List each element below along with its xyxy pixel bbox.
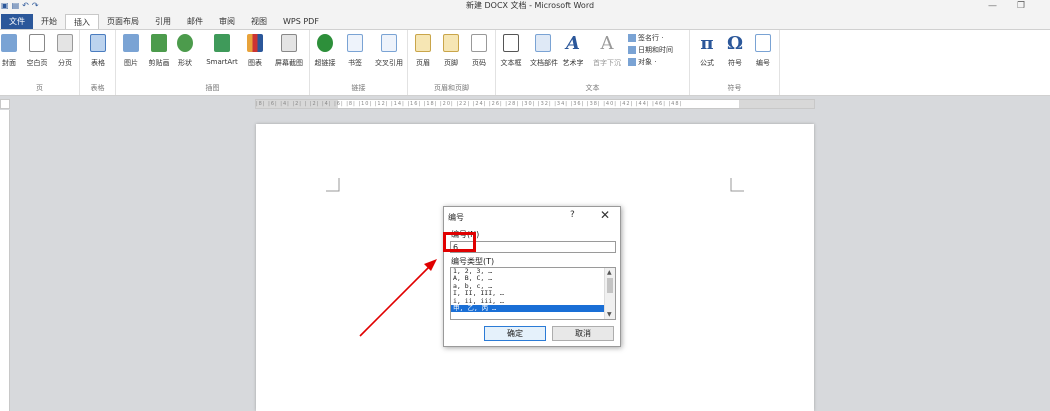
calendar-icon xyxy=(628,46,636,54)
ruler-ticks: |8| |6| |4| |2| | |2| |4| |6| |8| |10| |… xyxy=(256,101,683,107)
omega-icon: Ω xyxy=(726,33,744,54)
help-button[interactable]: ? xyxy=(570,210,575,220)
wordart-button[interactable]: A 艺术字 xyxy=(560,34,586,68)
window-title: 新建 DOCX 文档 - Microsoft Word xyxy=(465,1,595,10)
ribbon-group-tables: 表格 表格 xyxy=(80,30,116,95)
cancel-button[interactable]: 取消 xyxy=(552,326,614,341)
page-number-icon xyxy=(471,34,487,52)
close-button[interactable]: ✕ xyxy=(600,208,610,222)
object-icon xyxy=(628,58,636,66)
tab-review[interactable]: 审阅 xyxy=(211,14,243,29)
smartart-button[interactable]: SmartArt xyxy=(204,34,240,66)
numbering-dialog: 编号 ? ✕ 编号(N) 编号类型(T) 1, 2, 3, … A, B, C,… xyxy=(443,206,621,347)
cross-reference-button[interactable]: 交叉引用 xyxy=(372,34,406,68)
ribbon-group-symbols: π 公式 Ω 符号 编号 符号 xyxy=(690,30,780,95)
wordart-icon: A xyxy=(566,33,580,54)
crop-mark-top-left xyxy=(326,178,340,192)
symbol-button[interactable]: Ω 符号 xyxy=(722,34,748,68)
table-button[interactable]: 表格 xyxy=(85,34,111,68)
bookmark-icon xyxy=(347,34,363,52)
smartart-icon xyxy=(214,34,230,52)
cover-page-icon xyxy=(1,34,17,52)
tab-insert[interactable]: 插入 xyxy=(65,14,99,29)
footer-button[interactable]: 页脚 xyxy=(438,34,464,68)
cover-page-button[interactable]: 封面 xyxy=(0,34,22,68)
header-button[interactable]: 页眉 xyxy=(410,34,436,68)
ribbon-group-pages: 封面 空白页 分页 页 xyxy=(0,30,80,95)
number-type-list[interactable]: 1, 2, 3, … A, B, C, … a, b, c, … I, II, … xyxy=(450,267,616,320)
ribbon-group-illustrations: 图片 剪贴画 形状 SmartArt 图表 屏幕截图 插图 xyxy=(116,30,310,95)
blank-page-button[interactable]: 空白页 xyxy=(24,34,50,68)
drop-cap-icon: A xyxy=(600,33,614,54)
ruler-corner[interactable] xyxy=(0,99,10,109)
table-icon xyxy=(90,34,106,52)
equation-button[interactable]: π 公式 xyxy=(694,34,720,68)
red-highlight-box xyxy=(443,232,476,252)
ribbon: 封面 空白页 分页 页 表格 表格 图片 剪贴画 形状 SmartArt 图表 … xyxy=(0,29,1050,96)
ok-button[interactable]: 确定 xyxy=(484,326,546,341)
scroll-thumb[interactable] xyxy=(607,278,613,293)
quick-parts-button[interactable]: 文档部件 xyxy=(530,34,558,68)
crop-mark-top-right xyxy=(730,178,744,192)
screenshot-button[interactable]: 屏幕截图 xyxy=(272,34,306,68)
tab-references[interactable]: 引用 xyxy=(147,14,179,29)
tab-page-layout[interactable]: 页面布局 xyxy=(99,14,147,29)
horizontal-ruler[interactable]: |8| |6| |4| |2| | |2| |4| |6| |8| |10| |… xyxy=(255,99,815,109)
shapes-icon xyxy=(177,34,193,52)
tab-mailings[interactable]: 邮件 xyxy=(179,14,211,29)
picture-icon xyxy=(123,34,139,52)
ribbon-group-header-footer: 页眉 页脚 页码 页眉和页脚 xyxy=(408,30,496,95)
number-type-label: 编号类型(T) xyxy=(451,257,495,266)
clip-art-icon xyxy=(151,34,167,52)
footer-icon xyxy=(443,34,459,52)
date-time-button[interactable]: 日期和时间 xyxy=(628,45,673,55)
ribbon-group-links: 超链接 书签 交叉引用 链接 xyxy=(310,30,408,95)
clip-art-button[interactable]: 剪贴画 xyxy=(146,34,172,68)
vertical-ruler[interactable] xyxy=(0,110,10,411)
word-icon: ▣ xyxy=(1,1,9,10)
page-number-button[interactable]: 页码 xyxy=(466,34,492,68)
chevron-up-icon[interactable]: ▲ xyxy=(607,269,612,276)
undo-icon[interactable]: ↶ xyxy=(22,1,29,11)
page-break-button[interactable]: 分页 xyxy=(52,34,78,68)
shapes-button[interactable]: 形状 xyxy=(172,34,198,68)
ribbon-group-text: 文本框 文档部件 A 艺术字 A 首字下沉 签名行 · 日期和时间 对象 · 文本 xyxy=(496,30,690,95)
cross-reference-icon xyxy=(381,34,397,52)
blank-page-icon xyxy=(29,34,45,52)
chart-icon xyxy=(247,34,263,52)
dialog-title: 编号 xyxy=(448,213,464,222)
minimize-button[interactable]: — xyxy=(988,0,997,12)
object-button[interactable]: 对象 · xyxy=(628,57,656,67)
quick-access-toolbar: ▣ ▤ ↶ ↷ xyxy=(0,0,39,12)
signature-line-icon xyxy=(628,34,636,42)
bookmark-button[interactable]: 书签 xyxy=(342,34,368,68)
tab-wps-pdf[interactable]: WPS PDF xyxy=(275,14,327,29)
title-bar: ▣ ▤ ↶ ↷ 新建 DOCX 文档 - Microsoft Word — ❐ xyxy=(0,0,1050,12)
text-box-icon xyxy=(503,34,519,52)
pi-icon: π xyxy=(700,33,714,54)
header-icon xyxy=(415,34,431,52)
numbering-button[interactable]: 编号 xyxy=(750,34,776,68)
numbering-icon xyxy=(755,34,771,52)
chevron-down-icon[interactable]: ▼ xyxy=(607,311,612,318)
screenshot-icon xyxy=(281,34,297,52)
signature-line-button[interactable]: 签名行 · xyxy=(628,33,663,43)
ribbon-tab-bar: 文件 开始 插入 页面布局 引用 邮件 审阅 视图 WPS PDF xyxy=(0,12,1050,29)
list-item-selected[interactable]: 甲, 乙, 丙 … xyxy=(451,304,605,313)
page-break-icon xyxy=(57,34,73,52)
restore-button[interactable]: ❐ xyxy=(1017,0,1025,12)
tab-file[interactable]: 文件 xyxy=(1,14,33,29)
list-scrollbar[interactable]: ▲ ▼ xyxy=(604,268,615,319)
tab-home[interactable]: 开始 xyxy=(33,14,65,29)
text-box-button[interactable]: 文本框 xyxy=(498,34,524,68)
tab-view[interactable]: 视图 xyxy=(243,14,275,29)
quick-parts-icon xyxy=(535,34,551,52)
picture-button[interactable]: 图片 xyxy=(118,34,144,68)
hyperlink-button[interactable]: 超链接 xyxy=(312,34,338,68)
redo-icon[interactable]: ↷ xyxy=(32,1,39,11)
hyperlink-icon xyxy=(317,34,333,52)
save-icon[interactable]: ▤ xyxy=(12,1,20,11)
chart-button[interactable]: 图表 xyxy=(242,34,268,68)
drop-cap-button[interactable]: A 首字下沉 xyxy=(590,34,624,68)
